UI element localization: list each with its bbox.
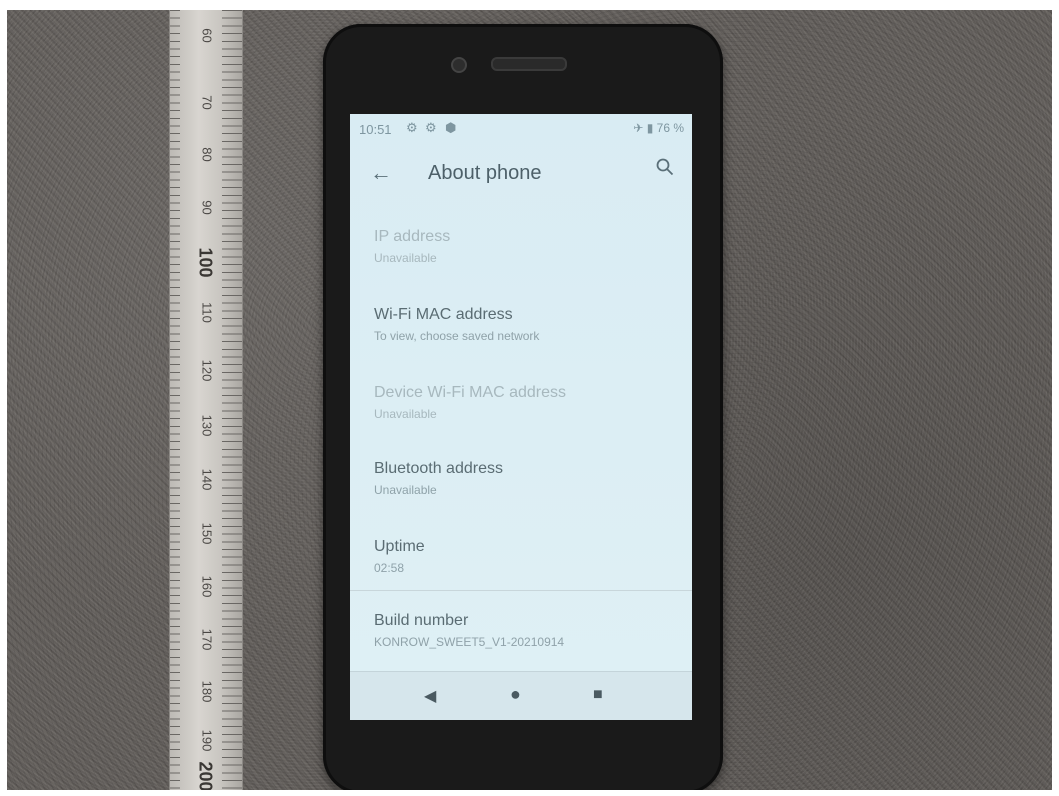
list-item-subtitle: Unavailable [374,407,437,421]
list-item-wifi-mac[interactable]: Wi-Fi MAC address To view, choose saved … [374,306,674,343]
ruler-label: 190 [199,729,215,752]
list-item-title: Build number [374,612,469,629]
ruler-label: 70 [199,95,215,110]
ruler-label: 150 [199,522,215,545]
phone-device: 10:51 ⚙ ⚙ ⬢ ✈ ▮ 76 % ← About phone IP ad… [323,24,723,790]
status-bar: 10:51 ⚙ ⚙ ⬢ ✈ ▮ 76 % [350,114,692,142]
square-recents-icon[interactable]: ■ [593,686,603,704]
ruler-label: 200 [195,761,216,791]
ruler-label: 180 [199,680,215,703]
shield-icon: ⬢ [445,120,457,135]
ruler-label: 130 [199,414,215,437]
ruler-label: 170 [199,628,215,651]
list-item-title: Device Wi-Fi MAC address [374,384,567,401]
divider [350,590,692,591]
ruler-label: 90 [199,200,215,215]
earpiece-speaker [491,57,567,71]
list-item-subtitle: 02:58 [374,561,405,575]
list-item-ip-address[interactable]: IP address Unavailable [374,228,674,265]
battery-icon: ▮ [646,121,654,135]
triangle-back-icon[interactable]: ◀ [424,686,436,706]
list-item-title: Uptime [374,538,425,555]
list-item-title: Wi-Fi MAC address [374,306,513,323]
list-item-title: IP address [374,228,451,245]
list-item-subtitle: Unavailable [374,483,437,497]
navigation-bar: ◀ ● ■ [350,671,692,720]
ruler-label: 160 [199,575,215,598]
list-item-subtitle: To view, choose saved network [374,329,540,343]
list-item-title: Bluetooth address [374,460,503,477]
circle-home-icon[interactable]: ● [510,684,521,705]
list-item-subtitle: KONROW_SWEET5_V1-20210914 [374,635,565,649]
list-item-bluetooth-address[interactable]: Bluetooth address Unavailable [374,460,674,497]
ruler-label: 100 [195,247,216,278]
ruler-label: 110 [199,302,215,323]
ruler-label: 80 [199,147,215,162]
ruler: 60 70 80 90 100 110 120 130 140 150 160 … [169,10,243,790]
ruler-label: 60 [199,28,215,43]
search-icon[interactable] [656,158,674,182]
list-item-device-wifi-mac[interactable]: Device Wi-Fi MAC address Unavailable [374,384,674,421]
list-item-build-number[interactable]: Build number KONROW_SWEET5_V1-20210914 [374,612,674,649]
gear-icon: ⚙ [406,120,418,135]
ruler-label: 120 [199,359,215,382]
list-item-uptime[interactable]: Uptime 02:58 [374,538,674,575]
page-title: About phone [428,162,542,184]
battery-level: 76 % [656,121,684,135]
app-bar: ← About phone [350,152,692,196]
phone-screen: 10:51 ⚙ ⚙ ⬢ ✈ ▮ 76 % ← About phone IP ad… [350,114,692,720]
photo-background: 60 70 80 90 100 110 120 130 140 150 160 … [7,10,1052,790]
ruler-label: 140 [199,468,215,491]
status-right: ✈ ▮ 76 % [633,121,684,135]
front-camera [451,57,467,73]
airplane-icon: ✈ [633,121,644,135]
status-time: 10:51 [359,122,392,137]
list-item-subtitle: Unavailable [374,251,437,265]
arrow-left-icon[interactable]: ← [370,160,392,186]
gear-icon: ⚙ [425,120,437,135]
